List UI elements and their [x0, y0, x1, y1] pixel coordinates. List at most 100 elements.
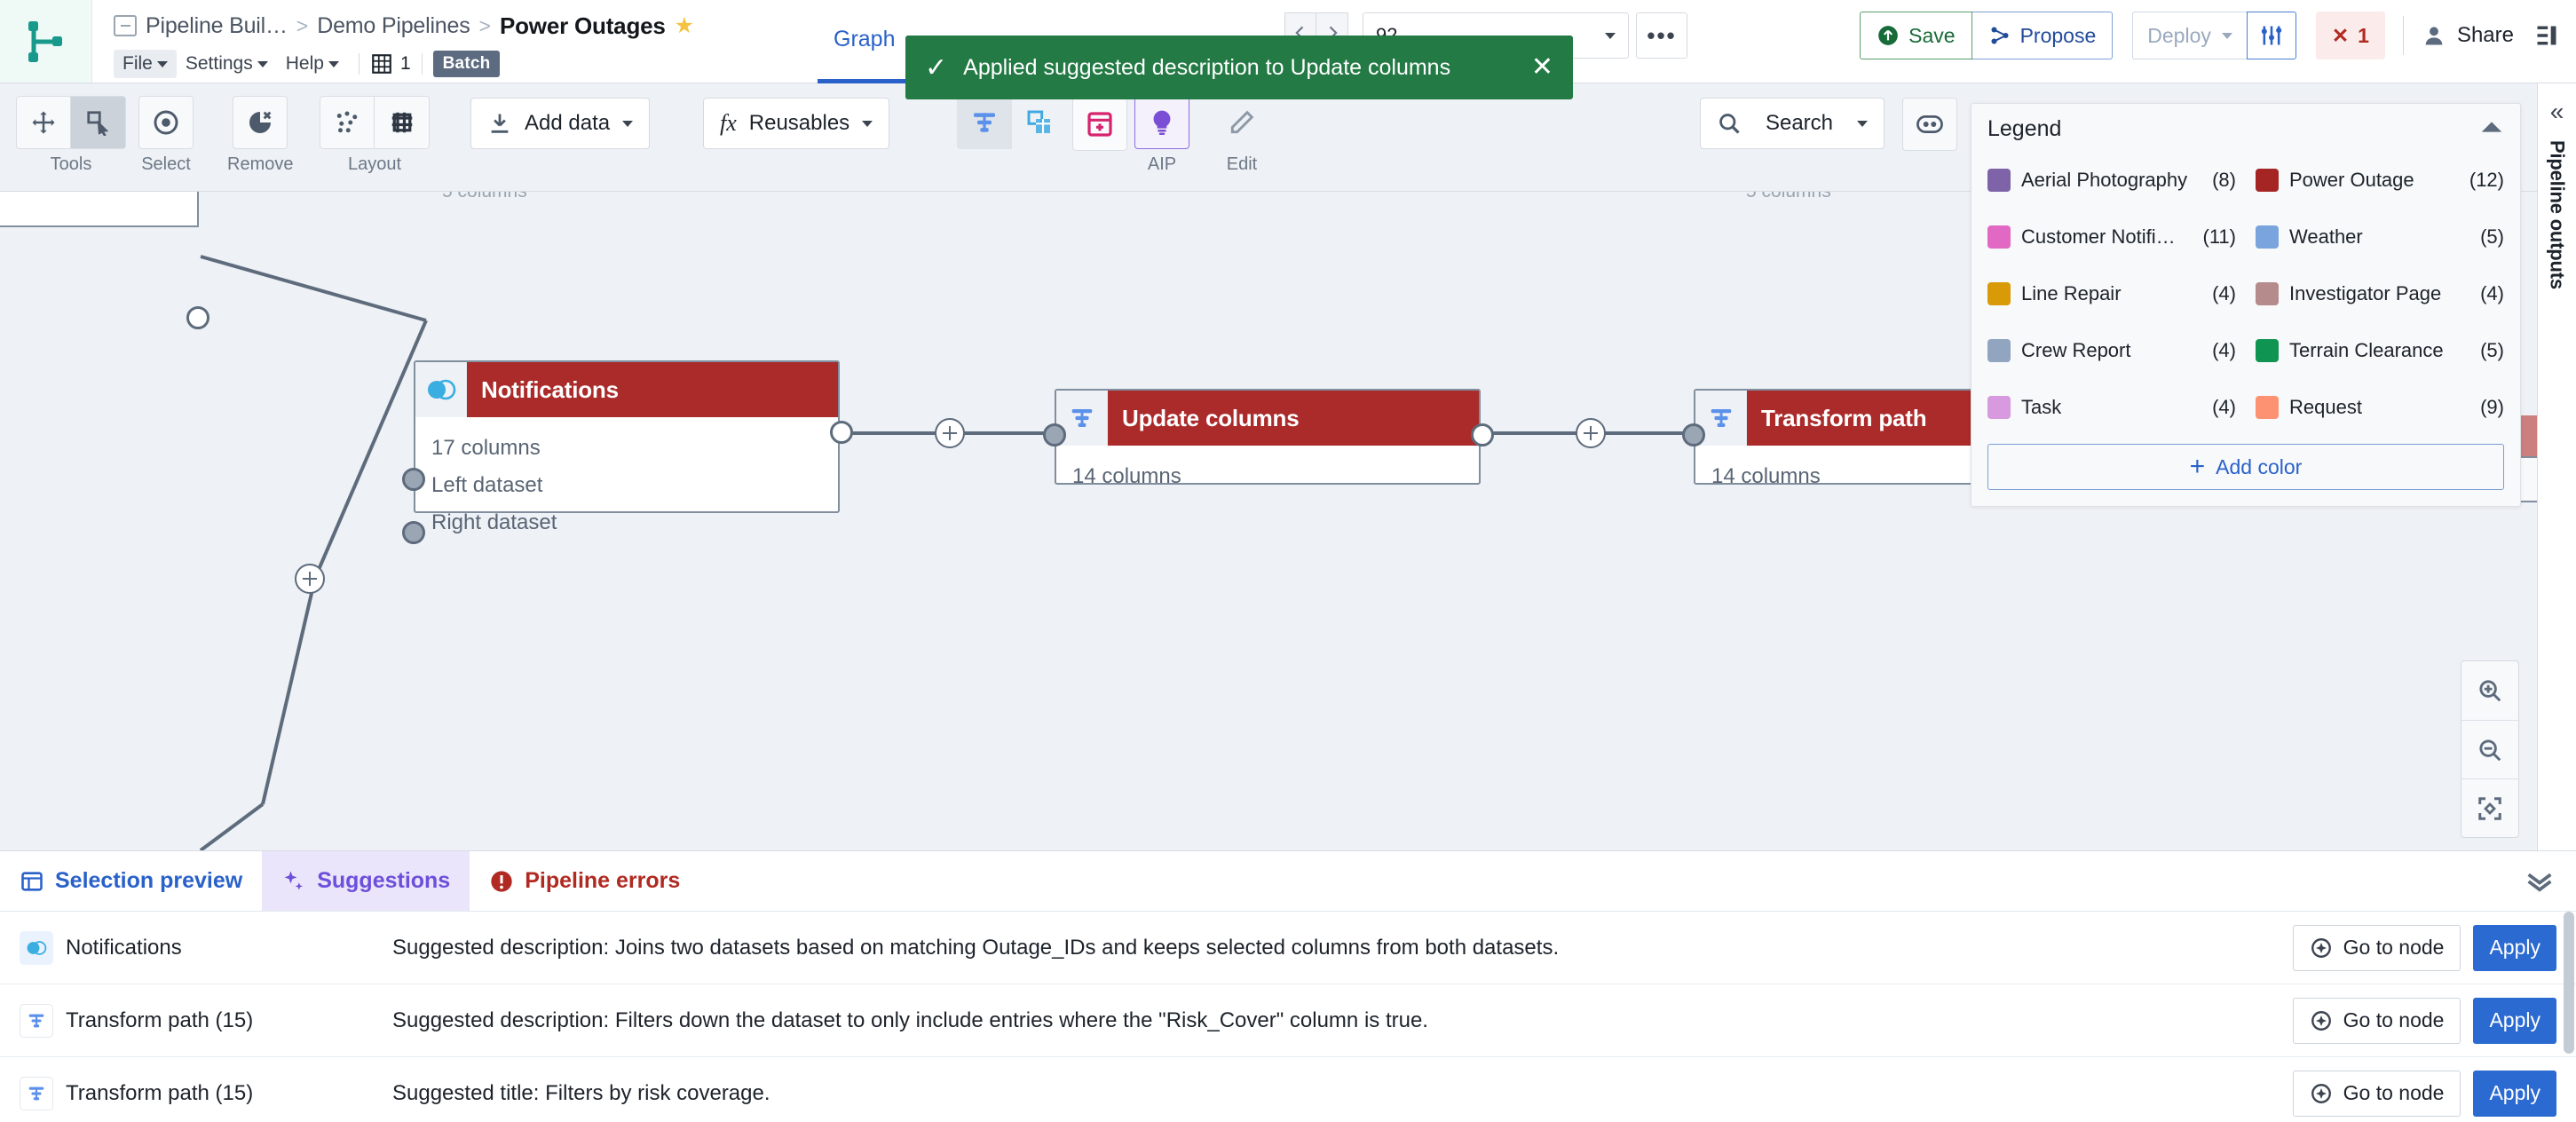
node-input-port[interactable] [1043, 423, 1066, 446]
go-to-node-button[interactable]: Go to node [2292, 997, 2461, 1044]
menu-file-label: File [122, 53, 153, 74]
select-box-tool-button[interactable] [71, 96, 126, 149]
chevron-down-icon [622, 120, 634, 127]
tab-selection-preview[interactable]: Selection preview [0, 851, 262, 911]
legend-item[interactable]: Crew Report (4) [1987, 323, 2236, 378]
branch-selector[interactable]: 1 [370, 52, 411, 75]
pipeline-outputs-label[interactable]: Pipeline outputs [2546, 140, 2569, 289]
go-to-node-button[interactable]: Go to node [2292, 1070, 2461, 1117]
apply-button[interactable]: Apply [2473, 924, 2556, 971]
more-options-button[interactable]: ••• [1636, 12, 1687, 59]
legend-label: Terrain Clearance [2289, 339, 2444, 361]
zoom-in-button[interactable] [2461, 661, 2518, 720]
bottom-panel-scrollbar[interactable] [2564, 912, 2574, 1054]
legend-item[interactable]: Task (4) [1987, 380, 2236, 435]
legend-item[interactable]: Power Outage (12) [2256, 153, 2504, 208]
check-icon: ✓ [925, 52, 948, 83]
node-input-port-left[interactable] [402, 468, 425, 491]
toggle-right-panel-button[interactable] [2533, 23, 2560, 48]
legend-item[interactable]: Investigator Page (4) [2256, 266, 2504, 321]
toolbar-group-select: Select [138, 96, 194, 175]
node-output-port[interactable] [1471, 423, 1494, 446]
menu-help[interactable]: Help [277, 50, 348, 78]
preview-toggle-button[interactable] [1902, 98, 1957, 151]
node-notifications[interactable]: Notifications 17 columns Left dataset Ri… [402, 360, 853, 544]
breadcrumb-separator: > [478, 13, 491, 37]
legend-count: (4) [2212, 339, 2236, 361]
legend-swatch [1987, 225, 2011, 249]
toast-close-button[interactable]: ✕ [1531, 54, 1553, 81]
search-button[interactable]: Search [1700, 98, 1885, 149]
error-count-badge[interactable]: ✕ 1 [2315, 12, 2385, 59]
go-to-node-button[interactable]: Go to node [2292, 924, 2461, 971]
suggestion-node[interactable]: Transform path (15) [20, 1003, 392, 1038]
propose-button[interactable]: Propose [1972, 12, 2114, 59]
tab-pipeline-errors-label: Pipeline errors [525, 868, 681, 893]
node-update-columns[interactable]: Update columns 14 columns [1043, 389, 1494, 488]
legend-item[interactable]: Weather (5) [2256, 209, 2504, 265]
grid-layout-button[interactable] [375, 96, 430, 149]
suggestion-node-name: Notifications [66, 935, 182, 960]
add-color-button[interactable]: + Add color [1987, 444, 2504, 490]
tab-graph[interactable]: Graph [818, 0, 912, 83]
add-node-handle[interactable] [1576, 418, 1606, 448]
legend-item[interactable]: Request (9) [2256, 380, 2504, 435]
legend-count: (12) [2469, 169, 2504, 191]
save-button[interactable]: Save [1860, 12, 1972, 59]
transform-columns-button[interactable] [957, 96, 1012, 149]
deploy-button[interactable]: Deploy [2132, 12, 2247, 59]
edit-button[interactable] [1214, 96, 1269, 149]
apply-button[interactable]: Apply [2473, 1070, 2556, 1117]
node-output-port[interactable] [830, 421, 853, 444]
tab-suggestions[interactable]: Suggestions [262, 851, 470, 911]
node-input-port[interactable] [1682, 423, 1705, 446]
suggestion-node[interactable]: Transform path (15) [20, 1076, 392, 1110]
breadcrumb-root[interactable]: Pipeline Buil… [146, 13, 288, 39]
collapse-bottom-panel-button[interactable] [2525, 851, 2576, 911]
batch-mode-badge[interactable]: Batch [432, 51, 501, 77]
reusables-button[interactable]: fx Reusables [703, 98, 890, 149]
legend-count: (8) [2212, 169, 2236, 191]
tab-pipeline-errors[interactable]: Pipeline errors [470, 851, 699, 911]
add-node-handle[interactable] [935, 418, 965, 448]
zoom-fit-button[interactable] [2461, 778, 2518, 837]
move-tool-button[interactable] [16, 96, 71, 149]
app-logo[interactable] [0, 0, 92, 83]
legend-swatch [2256, 169, 2279, 192]
target-select-button[interactable] [138, 96, 194, 149]
share-button[interactable]: Share [2422, 23, 2514, 48]
legend-item[interactable]: Aerial Photography (8) [1987, 153, 2236, 208]
legend-item[interactable]: Customer Notifi… (11) [1987, 209, 2236, 265]
scatter-layout-button[interactable] [320, 96, 375, 149]
legend-panel[interactable]: Legend Aerial Photography (8) Power Outa… [1971, 103, 2521, 507]
legend-item[interactable]: Terrain Clearance (5) [2256, 323, 2504, 378]
zoom-out-button[interactable] [2461, 720, 2518, 778]
pipeline-settings-button[interactable] [2246, 12, 2296, 59]
transform-icon [974, 113, 995, 132]
favorite-star-icon[interactable]: ★ [675, 14, 694, 37]
add-data-button[interactable]: Add data [470, 98, 651, 149]
legend-collapse-button[interactable] [2479, 119, 2504, 139]
legend-item[interactable]: Line Repair (4) [1987, 266, 2236, 321]
aip-suggestions-button[interactable] [1134, 96, 1189, 149]
apply-button[interactable]: Apply [2473, 997, 2556, 1044]
join-tables-button[interactable] [1012, 96, 1067, 149]
legend-swatch [1987, 396, 2011, 419]
breadcrumb-parent[interactable]: Demo Pipelines [317, 13, 470, 39]
collapse-panel-button[interactable]: « [2550, 99, 2564, 124]
menu-file[interactable]: File [114, 50, 177, 78]
chevron-down-icon [328, 60, 339, 67]
legend-label: Weather [2289, 225, 2363, 248]
node-input-port-right[interactable] [402, 521, 425, 544]
suggestion-node[interactable]: Notifications [20, 930, 392, 965]
toolbar-group-aip: AIP [1134, 96, 1189, 175]
remove-node-button[interactable] [233, 96, 288, 149]
divider [358, 53, 360, 75]
legend-swatch [2256, 396, 2279, 419]
add-transform-button[interactable] [1072, 98, 1127, 151]
add-node-handle[interactable] [295, 564, 325, 594]
menu-settings[interactable]: Settings [177, 50, 277, 78]
node-output-port[interactable] [186, 306, 209, 329]
node-header: Update columns [1056, 391, 1479, 446]
download-icon [491, 114, 509, 133]
